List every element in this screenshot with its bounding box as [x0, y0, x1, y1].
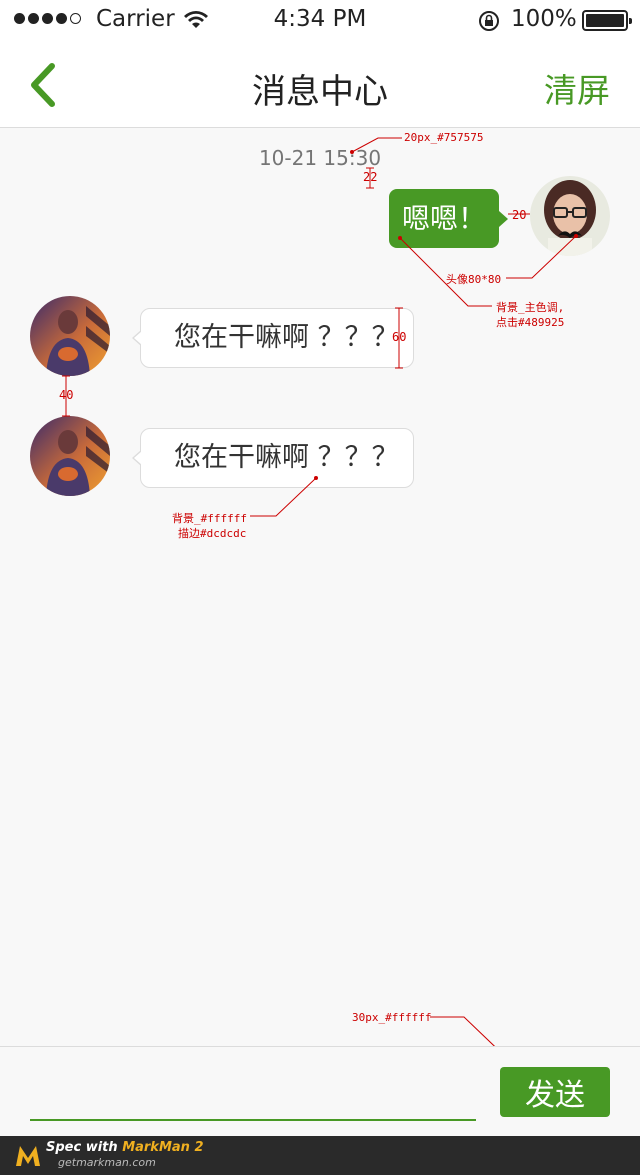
- send-button[interactable]: 发送: [500, 1067, 610, 1117]
- height-60-note: 60: [392, 330, 407, 344]
- timestamp-spec-note: 20px_#757575: [404, 131, 484, 144]
- incoming-message-bubble[interactable]: 您在干嘛啊 ？？？: [132, 428, 414, 488]
- contact-avatar[interactable]: [30, 416, 110, 496]
- other-bubble-spec-note: 背景_#ffffff: [172, 512, 247, 525]
- markman-footer: Spec with MarkMan 2 getmarkman.com: [0, 1136, 640, 1175]
- message-input[interactable]: [30, 1077, 476, 1121]
- markman-site[interactable]: getmarkman.com: [58, 1156, 156, 1169]
- spec-annotation-lines: [62, 137, 578, 1088]
- input-bar: 发送: [0, 1046, 640, 1136]
- battery-icon: [582, 10, 632, 31]
- rotation-lock-icon: [479, 11, 499, 31]
- message-timestamp: 10-21 15:30: [258, 146, 382, 170]
- wifi-icon: [184, 11, 208, 28]
- incoming-message-bubble[interactable]: 您在干嘛啊 ？？？: [132, 308, 414, 368]
- status-bar: Carrier 4:34 PM 100%: [0, 0, 640, 40]
- gap-40-note: 40: [59, 388, 74, 402]
- self-message-bubble[interactable]: 嗯嗯！: [389, 189, 508, 248]
- self-bubble-spec-note: 背景_主色调,: [496, 301, 565, 314]
- other-bubble-spec-note: 描边#dcdcdc: [178, 527, 247, 540]
- contact-avatar-image: [30, 296, 110, 376]
- self-bubble-spec-note: 点击#489925: [496, 316, 565, 329]
- self-avatar[interactable]: [530, 176, 610, 256]
- spec-credit: Spec with MarkMan 2: [46, 1140, 204, 1155]
- battery-percent: 100%: [511, 6, 577, 32]
- signal-strength-icon: [14, 13, 81, 24]
- avatar-spec-note: 头像80*80: [446, 273, 502, 286]
- self-avatar-image: [530, 176, 610, 256]
- clear-screen-button[interactable]: 清屏: [544, 64, 610, 112]
- chevron-left-icon[interactable]: [26, 62, 60, 108]
- gap-20-note: 20: [512, 208, 527, 222]
- contact-avatar-image: [30, 416, 110, 496]
- carrier-label: Carrier: [96, 6, 175, 32]
- gap-22-note: 22: [363, 170, 378, 184]
- send-spec-note: 30px_#ffffff: [352, 1011, 432, 1024]
- markman-logo-icon: [16, 1146, 40, 1166]
- markman-brand: MarkMan 2: [122, 1140, 204, 1155]
- nav-bar: 消息中心 清屏: [0, 40, 640, 128]
- contact-avatar[interactable]: [30, 296, 110, 376]
- spec-prefix: Spec with: [46, 1140, 123, 1155]
